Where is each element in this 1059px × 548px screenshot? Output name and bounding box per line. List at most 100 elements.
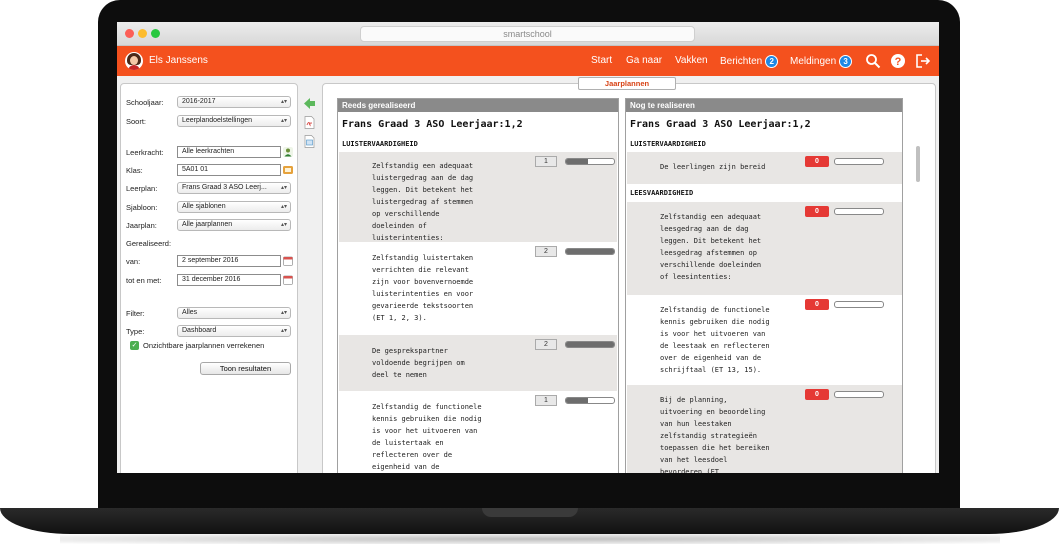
main-panel: Jaarplannen Reeds gerealiseerd Frans Gra… <box>322 77 936 473</box>
top-navigation: Els Janssens Start Ga naar Vakken Berich… <box>117 46 939 76</box>
username[interactable]: Els Janssens <box>149 55 208 66</box>
laptop-notch <box>482 508 578 517</box>
leerplan-value: Frans Graad 3 ASO Leerj... <box>182 184 267 191</box>
gerealiseerd-label: Gerealiseerd: <box>126 239 172 248</box>
soort-value: Leerplandoelstellingen <box>182 117 253 124</box>
filter-panel: Schooljaar: 2016-2017 ▴▾ Soort: Leerpland… <box>120 83 298 473</box>
sjabloon-select[interactable]: Alle sjablonen ▴▾ <box>177 201 291 213</box>
avatar[interactable] <box>125 52 143 70</box>
tab-jaarplannen[interactable]: Jaarplannen <box>578 77 676 90</box>
class-picker-icon[interactable] <box>283 165 293 175</box>
column-reeds-gerealiseerd: Reeds gerealiseerd Frans Graad 3 ASO Lee… <box>337 98 619 473</box>
count-zero-badge: 0 <box>805 389 829 400</box>
progress-bar <box>565 248 615 255</box>
list-item[interactable]: Zelfstandig de functionele kennis gebrui… <box>339 391 617 473</box>
schooljaar-select[interactable]: 2016-2017 ▴▾ <box>177 96 291 108</box>
totenmet-label: tot en met: <box>126 276 162 285</box>
item-text: De leerlingen zijn bereid <box>660 163 766 171</box>
column-header: Reeds gerealiseerd <box>338 99 618 112</box>
type-label: Type: <box>126 327 145 336</box>
item-text: Zelfstandig luistertaken verrichten die … <box>372 254 474 322</box>
select-arrow-icon: ▴▾ <box>280 99 287 105</box>
checkbox-onzichtbare[interactable]: ✓ <box>130 341 139 350</box>
list-item[interactable]: De gespreks­partner voldoende begrijpen … <box>339 335 617 391</box>
progress-bar-empty <box>834 301 884 308</box>
count-badge: 1 <box>535 395 557 406</box>
leerplan-label: Leerplan: <box>126 184 158 193</box>
van-date-input[interactable]: 2 september 2016 <box>177 255 281 267</box>
soort-label: Soort: <box>126 117 147 126</box>
scrollbar-thumb[interactable] <box>916 146 920 182</box>
list-item[interactable]: Zelfstandig een adequaat leesgedrag aan … <box>627 202 902 295</box>
help-icon[interactable]: ? <box>890 53 906 69</box>
column-nog-te-realiseren: Nog te realiseren Frans Graad 3 ASO Leer… <box>625 98 903 473</box>
jaarplan-label: Jaarplan: <box>126 221 157 230</box>
laptop-shadow <box>60 534 1000 544</box>
klas-input[interactable]: 5A01 01 <box>177 164 281 176</box>
item-text: De gespreks­partner voldoende begrijpen … <box>372 347 465 379</box>
logout-icon[interactable] <box>915 53 931 69</box>
item-text: Zelfstandig de functionele kennis gebrui… <box>372 403 482 471</box>
back-arrow-icon[interactable] <box>303 97 316 110</box>
select-arrow-icon: ▴▾ <box>280 185 287 191</box>
progress-bar-empty <box>834 158 884 165</box>
count-badge: 2 <box>535 339 557 350</box>
van-label: van: <box>126 257 141 266</box>
nav-start[interactable]: Start <box>591 55 612 66</box>
pdf-icon[interactable] <box>303 116 316 129</box>
soort-select[interactable]: Leerplandoelstellingen ▴▾ <box>177 115 291 127</box>
count-badge: 2 <box>535 246 557 257</box>
select-arrow-icon: ▴▾ <box>280 328 287 334</box>
list-item[interactable]: De leerlingen zijn bereid 0 <box>627 152 902 184</box>
minimize-window-button[interactable] <box>138 29 147 38</box>
type-value: Dashboard <box>182 327 217 334</box>
nav-berichten[interactable]: Berichten 2 <box>720 55 779 68</box>
select-arrow-icon: ▴▾ <box>280 118 287 124</box>
count-zero-badge: 0 <box>805 206 829 217</box>
sjabloon-label: Sjabloon: <box>126 203 158 212</box>
jaarplan-select[interactable]: Alle jaarplannen ▴▾ <box>177 219 291 231</box>
list-item[interactable]: Zelfstandig een adequaat luistergedrag a… <box>339 152 617 242</box>
progress-bar <box>565 341 615 348</box>
show-results-button[interactable]: Toon resultaten <box>200 362 291 375</box>
spreadsheet-icon[interactable] <box>303 135 316 148</box>
leerkracht-input[interactable]: Alle leerkrachten <box>177 146 281 158</box>
meldingen-badge: 3 <box>839 55 853 68</box>
maximize-window-button[interactable] <box>151 29 160 38</box>
berichten-badge: 2 <box>765 55 779 68</box>
leerkracht-label: Leerkracht: <box>126 148 164 157</box>
list-item[interactable]: Zelfstandig de functionele kennis gebrui… <box>627 295 902 385</box>
list-item[interactable]: Zelfstandig luistertaken verrichten die … <box>339 242 617 335</box>
type-select[interactable]: Dashboard ▴▾ <box>177 325 291 337</box>
search-icon[interactable] <box>865 53 881 69</box>
list-item[interactable]: Bij de planning, uitvoering en beoordeli… <box>627 385 902 473</box>
address-bar[interactable]: smartschool <box>360 26 695 42</box>
section-leesvaardigheid: LEESVAARDIGHEID <box>630 189 694 197</box>
tool-column <box>301 83 319 473</box>
select-arrow-icon: ▴▾ <box>280 204 287 210</box>
progress-bar-empty <box>834 391 884 398</box>
totenmet-date-input[interactable]: 31 december 2016 <box>177 274 281 286</box>
nav-vakken[interactable]: Vakken <box>675 55 708 66</box>
column-title: Frans Graad 3 ASO Leerjaar:1,2 <box>342 119 523 130</box>
count-badge: 1 <box>535 156 557 167</box>
person-picker-icon[interactable] <box>283 147 293 157</box>
calendar-icon[interactable] <box>283 256 293 266</box>
filter-value: Alles <box>182 309 198 316</box>
count-zero-badge: 0 <box>805 299 829 310</box>
nav-berichten-label: Berichten <box>720 56 763 68</box>
close-window-button[interactable] <box>125 29 134 38</box>
sjabloon-value: Alle sjablonen <box>182 203 226 210</box>
leerplan-select[interactable]: Frans Graad 3 ASO Leerj... ▴▾ <box>177 182 291 194</box>
calendar-icon[interactable] <box>283 275 293 285</box>
screen: smartschool Els Janssens Start Ga naar V… <box>117 22 939 473</box>
nav-meldingen[interactable]: Meldingen 3 <box>790 55 853 68</box>
nav-meldingen-label: Meldingen <box>790 56 837 68</box>
item-text: Zelfstandig de functionele kennis gebrui… <box>660 306 770 374</box>
schooljaar-value: 2016-2017 <box>182 98 216 105</box>
filter-label: Filter: <box>126 309 145 318</box>
klas-label: Klas: <box>126 166 143 175</box>
nav-ga-naar[interactable]: Ga naar <box>626 55 662 66</box>
item-text: Zelfstandig een adequaat leesgedrag aan … <box>660 213 762 281</box>
filter-select[interactable]: Alles ▴▾ <box>177 307 291 319</box>
